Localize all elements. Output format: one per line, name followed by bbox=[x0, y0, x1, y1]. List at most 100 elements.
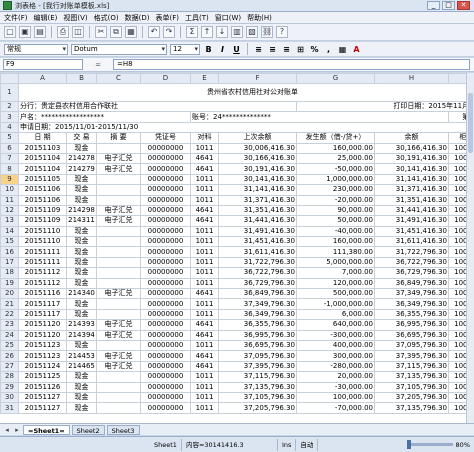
data-cell[interactable]: 1011 bbox=[190, 267, 219, 279]
data-cell[interactable]: 36,349,796.30 bbox=[374, 298, 449, 310]
data-cell[interactable]: 1011 bbox=[190, 371, 219, 383]
data-cell[interactable]: 20151127 bbox=[18, 391, 67, 404]
data-cell[interactable]: 30,141,416.30 bbox=[374, 163, 449, 175]
data-cell[interactable] bbox=[96, 246, 141, 258]
data-cell[interactable]: 20,000.00 bbox=[296, 371, 375, 383]
data-cell[interactable] bbox=[96, 298, 141, 310]
data-cell[interactable]: 36,695,796.30 bbox=[218, 339, 297, 352]
data-cell[interactable]: 37,135,796.30 bbox=[374, 402, 449, 414]
maximize-button[interactable]: □ bbox=[442, 1, 455, 10]
row-header[interactable]: 17 bbox=[0, 256, 19, 269]
data-cell[interactable]: 1011 bbox=[190, 236, 219, 248]
link-icon[interactable]: ⛓ bbox=[261, 26, 273, 38]
data-cell[interactable]: 20151104 bbox=[18, 163, 67, 175]
column-header[interactable]: E bbox=[190, 73, 219, 84]
data-cell[interactable]: 120,000.00 bbox=[296, 277, 375, 290]
data-cell[interactable]: 00000000 bbox=[140, 329, 191, 342]
row-header[interactable]: 1 bbox=[0, 83, 19, 102]
scroll-thumb[interactable] bbox=[468, 93, 473, 153]
comma-icon[interactable]: , bbox=[323, 45, 334, 54]
data-cell[interactable]: 31,491,416.30 bbox=[218, 225, 297, 238]
font-color-icon[interactable]: A bbox=[351, 45, 362, 54]
data-cell[interactable] bbox=[96, 173, 141, 186]
data-cell[interactable]: 100,000.00 bbox=[296, 391, 375, 404]
menu-tools[interactable]: 工具(T) bbox=[185, 13, 209, 23]
data-cell[interactable]: 31,491,416.30 bbox=[374, 215, 449, 227]
data-cell[interactable]: 20151110 bbox=[18, 236, 67, 248]
row-header[interactable]: 5 bbox=[0, 132, 19, 144]
data-cell[interactable]: 00000000 bbox=[140, 339, 191, 352]
data-cell[interactable]: 00000000 bbox=[140, 152, 191, 165]
data-cell[interactable]: 电子汇兑 bbox=[96, 350, 141, 362]
row-header[interactable]: 16 bbox=[0, 246, 19, 258]
column-header[interactable]: F bbox=[218, 73, 297, 84]
data-cell[interactable]: 36,849,796.30 bbox=[218, 288, 297, 300]
data-cell[interactable]: 111,380.00 bbox=[296, 246, 375, 258]
row-header[interactable]: 25 bbox=[0, 339, 19, 352]
data-cell[interactable]: -50,000.00 bbox=[296, 163, 375, 175]
data-cell[interactable]: 20151124 bbox=[18, 360, 67, 373]
data-cell[interactable]: 电子汇兑 bbox=[96, 152, 141, 165]
data-cell[interactable]: 31,441,416.30 bbox=[374, 204, 449, 217]
cut-icon[interactable]: ✂ bbox=[95, 26, 107, 38]
data-cell[interactable]: 36,729,796.30 bbox=[374, 267, 449, 279]
data-cell[interactable]: 4641 bbox=[190, 350, 219, 362]
data-cell[interactable]: 37,115,796.30 bbox=[218, 371, 297, 383]
align-center-icon[interactable]: ≡ bbox=[267, 45, 278, 54]
data-cell[interactable]: 36,729,796.30 bbox=[218, 277, 297, 290]
data-cell[interactable]: 00000000 bbox=[140, 371, 191, 383]
data-cell[interactable]: 00000000 bbox=[140, 298, 191, 310]
period-cell[interactable]: 申请日期：2015/11/01-2015/11/30 bbox=[18, 121, 474, 134]
column-header[interactable]: C bbox=[96, 73, 141, 84]
font-select[interactable]: Dotum bbox=[71, 43, 167, 55]
data-cell[interactable]: 00000000 bbox=[140, 319, 191, 331]
data-cell[interactable]: 20151117 bbox=[18, 308, 67, 321]
data-cell[interactable]: 现金 bbox=[66, 173, 97, 186]
data-cell[interactable]: 31,611,416.30 bbox=[218, 246, 297, 258]
undo-icon[interactable]: ↶ bbox=[148, 26, 160, 38]
spreadsheet-grid[interactable]: A B C D E F G H I 1 贵州省农村信用社对公对账单 2 分行：贵… bbox=[0, 73, 474, 423]
header-cell[interactable]: 对科 bbox=[190, 132, 219, 144]
data-cell[interactable]: 电子汇兑 bbox=[96, 360, 141, 373]
sum-icon[interactable]: Σ bbox=[186, 26, 198, 38]
data-cell[interactable]: 4641 bbox=[190, 329, 219, 342]
data-cell[interactable]: 160,000.00 bbox=[296, 236, 375, 248]
data-cell[interactable]: 214453 bbox=[66, 350, 97, 362]
header-cell[interactable]: 余额 bbox=[374, 132, 449, 144]
preview-icon[interactable]: ◫ bbox=[72, 26, 84, 38]
row-header[interactable]: 18 bbox=[0, 267, 19, 279]
data-cell[interactable]: 20151109 bbox=[18, 204, 67, 217]
sort-desc-icon[interactable]: ↓ bbox=[216, 26, 228, 38]
merge-cells-icon[interactable]: ⊞ bbox=[295, 45, 306, 54]
data-cell[interactable] bbox=[96, 381, 141, 393]
font-size-select[interactable]: 12 bbox=[170, 43, 200, 55]
tab-sheet3[interactable]: Sheet3 bbox=[106, 424, 140, 435]
data-cell[interactable] bbox=[96, 277, 141, 290]
data-cell[interactable]: 37,395,796.30 bbox=[374, 350, 449, 362]
data-cell[interactable]: 电子汇兑 bbox=[96, 204, 141, 217]
data-cell[interactable]: 36,355,796.30 bbox=[374, 308, 449, 321]
row-header[interactable]: 26 bbox=[0, 350, 19, 362]
data-cell[interactable]: 36,355,796.30 bbox=[218, 319, 297, 331]
data-cell[interactable]: 20151117 bbox=[18, 298, 67, 310]
data-cell[interactable]: -300,000.00 bbox=[296, 329, 375, 342]
image-icon[interactable]: ▧ bbox=[246, 26, 258, 38]
minimize-button[interactable]: _ bbox=[427, 1, 440, 10]
data-cell[interactable]: 36,722,796.30 bbox=[374, 256, 449, 269]
data-cell[interactable]: 20151123 bbox=[18, 350, 67, 362]
row-header[interactable]: 9 bbox=[0, 173, 19, 186]
data-cell[interactable]: 现金 bbox=[66, 391, 97, 404]
help-icon[interactable]: ? bbox=[276, 26, 288, 38]
row-header[interactable]: 13 bbox=[0, 215, 19, 227]
data-cell[interactable]: 00000000 bbox=[140, 256, 191, 269]
column-header[interactable]: H bbox=[374, 73, 449, 84]
paste-icon[interactable]: ▦ bbox=[125, 26, 137, 38]
data-cell[interactable]: 31,611,416.30 bbox=[374, 236, 449, 248]
data-cell[interactable]: 214279 bbox=[66, 163, 97, 175]
data-cell[interactable]: 1011 bbox=[190, 339, 219, 352]
data-cell[interactable]: 37,395,796.30 bbox=[218, 360, 297, 373]
data-cell[interactable]: 37,205,796.30 bbox=[374, 391, 449, 404]
column-header[interactable]: B bbox=[66, 73, 97, 84]
header-cell[interactable]: 发生额（借-/贷+） bbox=[296, 132, 375, 144]
menu-help[interactable]: 帮助(H) bbox=[247, 13, 272, 23]
